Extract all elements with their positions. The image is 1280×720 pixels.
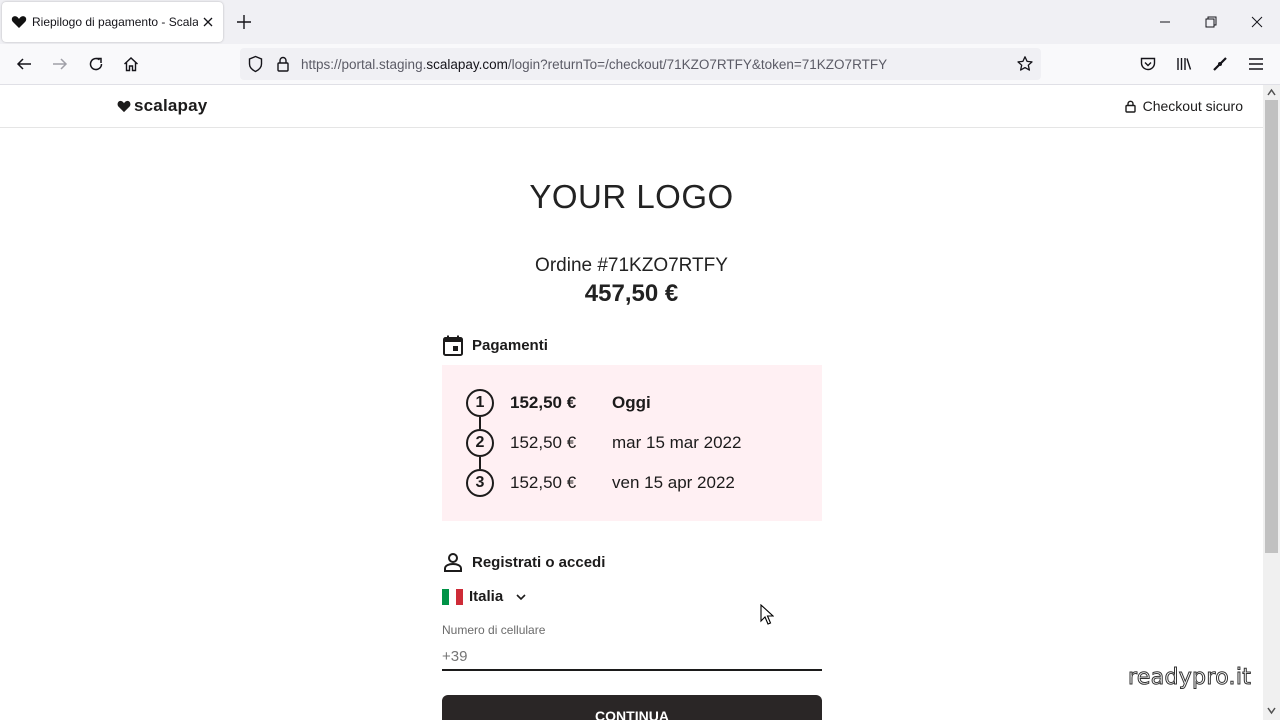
secure-checkout: Checkout sicuro [1124,98,1243,114]
url-text: https://portal.staging.scalapay.com/logi… [301,57,888,72]
url-bar[interactable]: https://portal.staging.scalapay.com/logi… [240,48,1041,80]
scroll-up-icon[interactable] [1267,88,1276,97]
page-content: scalapay Checkout sicuro YOUR LOGO Ordin… [0,85,1263,720]
payments-heading: Pagamenti [443,335,548,356]
order-number: Ordine #71KZO7RTFY [535,255,728,276]
pocket-icon[interactable] [1139,55,1157,73]
browser-tab-active[interactable]: Riepilogo di pagamento - Scalapay [2,2,223,42]
schedule-connector [479,457,481,469]
installment-date: Oggi [612,393,651,412]
reload-icon[interactable] [87,55,105,73]
order-total: 457,50 € [584,280,679,307]
watermark: readypro.it [1127,665,1252,691]
installment-row: 3 152,50 € ven 15 apr 2022 [466,469,806,497]
installment-number: 3 [466,469,494,497]
page-scrollbar[interactable] [1263,85,1280,720]
home-icon[interactable] [122,55,140,73]
country-name: Italia [469,588,504,605]
menu-icon[interactable] [1247,55,1265,73]
installment-number: 2 [466,429,494,457]
browser-navbar: https://portal.staging.scalapay.com/logi… [0,44,1280,85]
phone-label: Numero di cellulare [442,623,546,637]
tab-title: Riepilogo di pagamento - Scalapay [32,15,198,29]
merchant-logo: YOUR LOGO [529,178,734,215]
installment-amount: 152,50 € [510,393,577,412]
continue-button[interactable]: CONTINUA [442,695,822,720]
minimize-icon[interactable] [1157,14,1173,30]
lock-icon[interactable] [275,55,291,73]
italy-flag-icon [442,588,463,605]
installment-amount: 152,50 € [510,473,577,492]
phone-input[interactable] [442,643,822,671]
new-tab-icon[interactable] [235,13,253,31]
library-icon[interactable] [1175,55,1193,73]
country-selector[interactable]: Italia [442,588,527,605]
installment-row: 1 152,50 € Oggi [466,389,806,417]
restore-icon[interactable] [1203,14,1219,30]
secure-checkout-label: Checkout sicuro [1142,98,1243,114]
payment-schedule: 1 152,50 € Oggi 2 152,50 € mar 15 mar 20… [442,365,822,521]
heart-icon [117,100,131,112]
user-icon [444,553,462,572]
heart-favicon-icon [11,16,27,28]
installment-amount: 152,50 € [510,433,577,452]
schedule-connector [479,417,481,429]
scroll-down-icon[interactable] [1267,706,1276,715]
scalapay-logo[interactable]: scalapay [117,96,207,116]
tracking-shield-icon[interactable] [247,55,264,73]
mouse-cursor-icon [760,604,774,625]
login-heading: Registrati o accedi [443,552,605,572]
forward-icon[interactable] [51,55,69,73]
site-header: scalapay Checkout sicuro [0,85,1263,128]
brand-name: scalapay [134,96,208,115]
installment-number: 1 [466,389,494,417]
browser-tabstrip: Riepilogo di pagamento - Scalapay [0,0,1280,44]
installment-date: mar 15 mar 2022 [612,433,742,452]
login-title: Registrati o accedi [472,553,606,571]
scrollbar-thumb[interactable] [1265,100,1278,553]
calendar-icon [443,335,463,356]
lock-icon [1124,100,1136,113]
back-icon[interactable] [15,55,33,73]
tab-close-icon[interactable] [200,14,216,30]
window-close-icon[interactable] [1249,14,1265,30]
extensions-icon[interactable] [1211,55,1229,73]
payments-title: Pagamenti [472,337,548,354]
bookmark-star-icon[interactable] [1016,55,1034,73]
installment-row: 2 152,50 € mar 15 mar 2022 [466,429,806,457]
installment-date: ven 15 apr 2022 [612,473,735,492]
chevron-down-icon [516,593,526,600]
